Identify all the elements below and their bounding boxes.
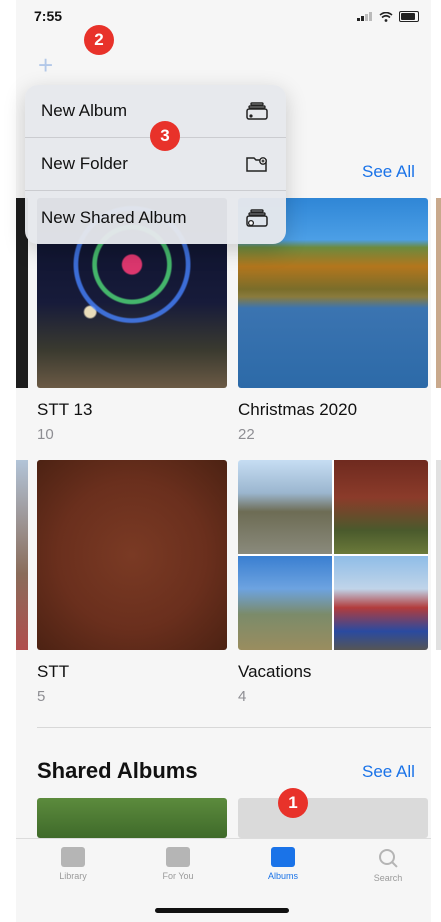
section-divider [37,727,431,728]
wifi-icon [379,11,393,22]
folder-plus-icon [246,157,267,172]
photo-thumbnail [334,556,428,650]
menu-item-label: New Shared Album [41,207,187,227]
annotation-badge-1: 1 [278,788,308,818]
partial-album-thumbnail[interactable] [436,198,441,388]
menu-item-label: New Folder [41,154,128,173]
album-count: 22 [238,426,255,443]
album-title[interactable]: STT 13 [37,400,92,420]
shared-album-thumbnail[interactable] [238,798,428,838]
cellular-signal-icon [357,12,372,21]
album-title[interactable]: Vacations [238,662,311,682]
annotation-badge-2: 2 [84,25,114,55]
album-count: 5 [37,688,46,705]
home-indicator [155,908,289,913]
photo-thumbnail [334,460,428,554]
menu-item-label: New Album [41,101,127,120]
tab-label: Library [59,871,87,881]
tab-albums[interactable]: Albums [238,847,328,881]
shared-album-icon [246,208,268,227]
add-button[interactable]: + [38,52,53,78]
tab-label: For You [162,871,194,881]
add-menu-popover: New Album New Folder New Shared Album [25,85,286,244]
album-icon [246,102,268,120]
album-title[interactable]: Christmas 2020 [238,400,357,420]
partial-album-thumbnail[interactable] [436,460,441,650]
status-icons [357,11,419,22]
album-thumbnail-vacations[interactable] [238,460,428,650]
photo-thumbnail [238,460,332,554]
partial-album-thumbnail[interactable] [16,460,28,650]
album-thumbnail-stt[interactable] [37,460,227,650]
tab-label: Albums [267,871,298,881]
tab-label: Search [373,873,403,883]
see-all-my-albums-link[interactable]: See All [362,162,415,182]
see-all-shared-albums-link[interactable]: See All [362,762,415,782]
battery-icon [399,11,419,22]
photo-thumbnail [238,556,332,650]
album-title[interactable]: STT [37,662,69,682]
tab-library[interactable]: Library [28,847,118,881]
tab-search[interactable]: Search [343,847,433,883]
album-count: 4 [238,688,247,705]
for-you-icon [166,847,190,867]
menu-item-new-shared-album[interactable]: New Shared Album [25,191,286,244]
left-border [0,0,16,921]
annotation-badge-3: 3 [150,121,180,151]
albums-icon [271,847,295,867]
search-icon [377,847,399,869]
album-count: 10 [37,426,54,443]
status-time: 7:55 [34,8,63,24]
tab-for-you[interactable]: For You [133,847,223,881]
shared-albums-heading: Shared Albums [37,758,198,783]
library-icon [61,847,85,867]
shared-album-thumbnail[interactable] [37,798,227,838]
